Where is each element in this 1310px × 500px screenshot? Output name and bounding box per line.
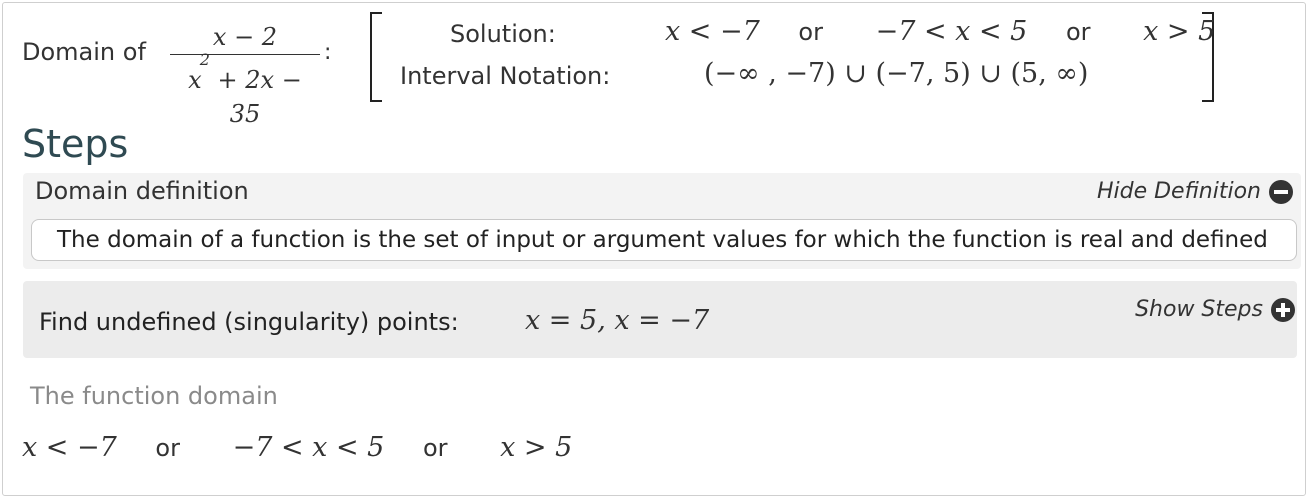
- singularity-expression: x = 5, x = −7: [525, 305, 710, 336]
- interval-expression: (−∞ , −7) ∪ (−7, 5) ∪ (5, ∞): [704, 58, 1089, 89]
- domain-or-1: or: [155, 434, 180, 462]
- solution-part-1: x < −7: [665, 16, 760, 47]
- solution-or-2: or: [1065, 18, 1091, 46]
- singularity-label: Find undefined (singularity) points:: [39, 308, 459, 336]
- domain-or-2: or: [422, 434, 448, 462]
- show-steps-label: Show Steps: [1135, 297, 1263, 322]
- left-bracket: [370, 12, 382, 102]
- domain-label: Domain of: [22, 38, 146, 66]
- fraction-denominator: x2 + 2x − 35: [170, 50, 320, 128]
- solution-part-3: x > 5: [1143, 16, 1216, 47]
- fraction-bar: [170, 54, 320, 55]
- solution-or-1: or: [798, 18, 823, 46]
- domain-part-3: x > 5: [500, 432, 573, 463]
- singularity-step[interactable]: Find undefined (singularity) points: x =…: [23, 281, 1297, 358]
- minus-circle-icon: [1269, 179, 1293, 204]
- solution-part-2: −7 < x < 5: [875, 16, 1028, 47]
- definition-panel: Domain definition Hide Definition The do…: [23, 173, 1301, 269]
- solution-expression: x < −7 or −7 < x < 5 or x > 5: [665, 16, 1215, 47]
- hide-definition-button[interactable]: Hide Definition: [1097, 179, 1293, 204]
- function-domain-expression: x < −7 or −7 < x < 5 or x > 5: [22, 432, 572, 463]
- plus-circle-icon: [1271, 297, 1295, 322]
- denominator-exponent: 2: [199, 50, 210, 69]
- colon: :: [324, 40, 332, 65]
- show-steps-button[interactable]: Show Steps: [1135, 297, 1295, 322]
- domain-header: Domain of x − 2 x2 + 2x − 35 : Solution:…: [22, 12, 1215, 128]
- definition-text: The domain of a function is the set of i…: [31, 219, 1297, 261]
- function-domain-title: The function domain: [30, 382, 278, 410]
- hide-definition-label: Hide Definition: [1096, 179, 1261, 204]
- definition-title: Domain definition: [35, 177, 249, 205]
- function-fraction: x − 2 x2 + 2x − 35: [170, 22, 320, 128]
- domain-part-1: x < −7: [22, 432, 117, 463]
- fraction-numerator: x − 2: [212, 23, 278, 51]
- steps-title: Steps: [22, 122, 129, 166]
- interval-label: Interval Notation:: [400, 62, 611, 90]
- denominator-base: x: [188, 66, 202, 94]
- domain-part-2: −7 < x < 5: [232, 432, 385, 463]
- solution-label: Solution:: [450, 20, 556, 48]
